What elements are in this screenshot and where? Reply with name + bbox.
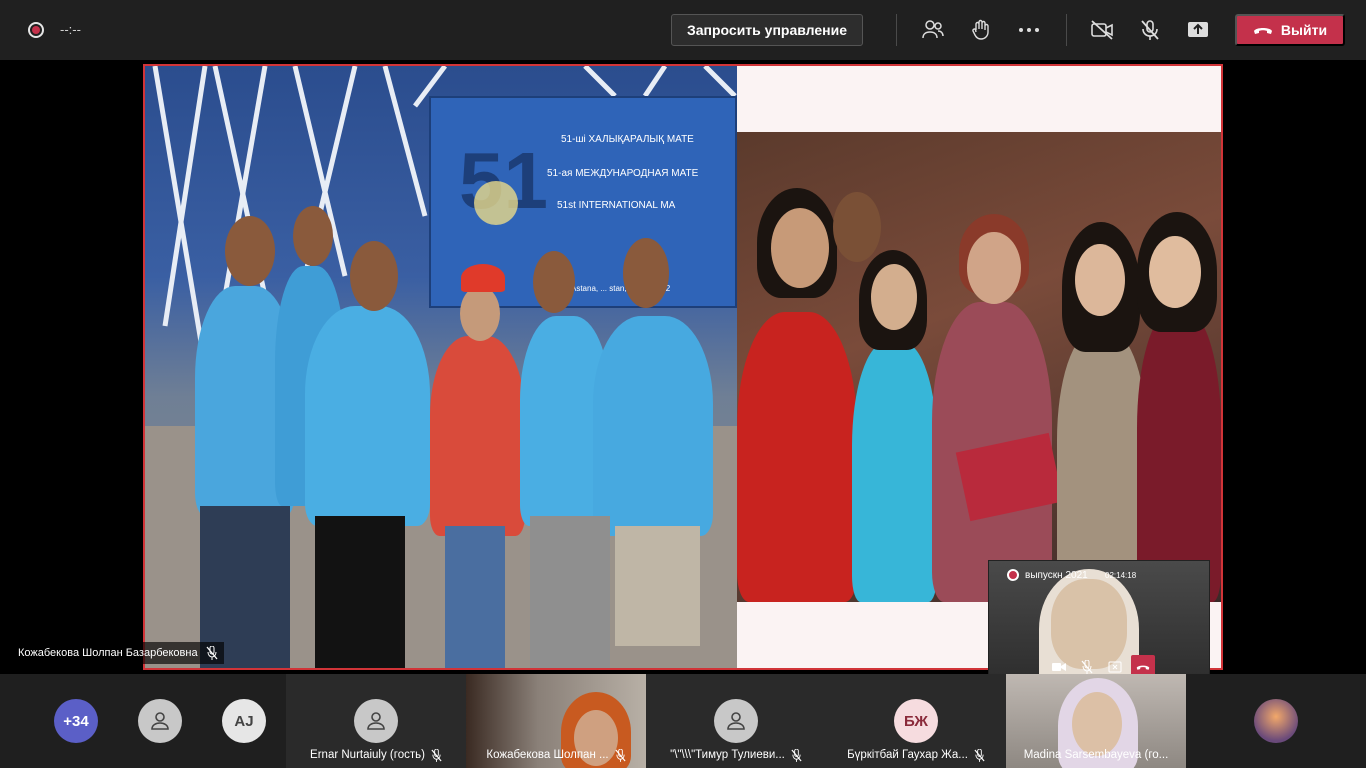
more-options-icon[interactable] (1015, 16, 1043, 44)
mic-off-icon (791, 748, 802, 762)
hang-up-icon (1253, 28, 1272, 34)
participant-tile[interactable]: Ernar Nurtaiuly (гость) (286, 674, 466, 768)
woman-head (771, 208, 829, 288)
participant-tile[interactable]: "\"\\\"Тимур Тулиеви... (646, 674, 826, 768)
participant-video-tile[interactable]: Madina Sarsembayeva (го... (1006, 674, 1186, 768)
person-icon (151, 712, 169, 730)
girl-figure-cyan (852, 342, 937, 602)
presenter-name-tag: Кожабекова Шолпан Базарбековна (12, 642, 224, 664)
shared-photo-group (737, 132, 1221, 602)
meeting-toolbar: --:-- Запросить управление Выйти (0, 0, 1366, 60)
compact-window-time: 02:14:18 (1105, 570, 1137, 580)
red-cap (461, 264, 505, 292)
woman-head (1149, 236, 1201, 308)
student-legs (315, 516, 405, 668)
mic-off-icon (974, 748, 985, 762)
participant-avatar (714, 699, 758, 743)
recording-icon (1007, 569, 1019, 581)
shared-photo-students: 51 51-ші ХАЛЫҚАРАЛЫҚ МАТЕ 51-ая МЕЖДУНАР… (145, 66, 737, 668)
participant-avatar-photo[interactable] (1254, 699, 1298, 743)
participant-avatar (354, 699, 398, 743)
participant-name-bar: Бүркітбай Гаухар Жа... (826, 746, 1006, 764)
participant-avatar[interactable] (138, 699, 182, 743)
woman-figure-maroon (1137, 312, 1221, 602)
student-head (225, 216, 275, 286)
participant-gallery: +34 AJ Ernar Nurtaiuly (гость) Кожабеков… (0, 674, 1366, 768)
camera-off-icon[interactable] (1088, 16, 1116, 44)
student-legs (445, 526, 505, 668)
participant-avatar-aj[interactable]: AJ (222, 699, 266, 743)
participant-tile[interactable]: БЖ Бүркітбай Гаухар Жа... (826, 674, 1006, 768)
woman-head (967, 232, 1021, 304)
banner-line-en: 51st INTERNATIONAL MA (557, 200, 676, 211)
girl-head (871, 264, 917, 330)
participant-name-bar: "\"\\\"Тимур Тулиеви... (646, 746, 826, 764)
woman-head (1075, 244, 1125, 316)
student-figure (305, 306, 430, 526)
participant-name: Madina Sarsembayeva (го... (1023, 749, 1169, 761)
recording-indicator-icon (28, 22, 44, 38)
student-legs (530, 516, 610, 668)
student-figure (593, 316, 713, 536)
mic-off-icon[interactable] (1136, 16, 1164, 44)
share-screen-icon[interactable] (1184, 16, 1212, 44)
participant-video-tile[interactable]: Кожабекова Шолпан ... (466, 674, 646, 768)
raise-hand-icon[interactable] (967, 16, 995, 44)
banner-line-ru: 51-ая МЕЖДУНАРОДНАЯ МАТЕ (547, 168, 699, 179)
participant-name: Кожабекова Шолпан ... (486, 749, 609, 761)
student-head (350, 241, 398, 311)
banner-line-kz: 51-ші ХАЛЫҚАРАЛЫҚ МАТЕ (561, 134, 694, 145)
request-control-button[interactable]: Запросить управление (671, 14, 863, 46)
participant-name-bar: Ernar Nurtaiuly (гость) (286, 746, 466, 764)
student-head (293, 206, 333, 266)
participant-avatar-initials: БЖ (894, 699, 938, 743)
toolbar-divider (1066, 14, 1067, 46)
participant-name: "\"\\\"Тимур Тулиеви... (670, 749, 785, 761)
olympiad-logo: 51 (459, 136, 548, 225)
compact-window-title: выпускн 2021 (1025, 569, 1088, 581)
mic-off-icon (206, 646, 218, 660)
participant-name-bar: Кожабекова Шолпан ... (466, 746, 646, 764)
compact-meeting-window[interactable]: выпускн 2021 02:14:18 (988, 560, 1210, 686)
presenter-name: Кожабекова Шолпан Базарбековна (18, 647, 198, 659)
toolbar-divider (896, 14, 897, 46)
student-head (533, 251, 575, 313)
participant-name: Ernar Nurtaiuly (гость) (310, 749, 425, 761)
student-legs (615, 526, 700, 646)
person-icon (727, 712, 745, 730)
more-participants-button[interactable]: +34 (54, 699, 98, 743)
leave-meeting-button[interactable]: Выйти (1235, 14, 1345, 46)
compact-window-header: выпускн 2021 02:14:18 (989, 567, 1209, 583)
student-figure-red (430, 336, 525, 536)
mic-off-icon (431, 748, 442, 762)
leave-label: Выйти (1280, 22, 1328, 38)
man-head (833, 192, 881, 262)
mic-off-icon (615, 748, 626, 762)
meeting-stage: 51 51-ші ХАЛЫҚАРАЛЫҚ МАТЕ 51-ая МЕЖДУНАР… (0, 60, 1366, 686)
participant-name-bar: Madina Sarsembayeva (го... (1006, 746, 1186, 764)
meeting-timer: --:-- (60, 22, 81, 37)
student-head (623, 238, 669, 308)
woman-figure-red (737, 312, 857, 602)
participant-name: Бүркітбай Гаухар Жа... (847, 749, 968, 761)
person-icon (367, 712, 385, 730)
participants-icon[interactable] (919, 16, 947, 44)
student-head (460, 286, 500, 341)
